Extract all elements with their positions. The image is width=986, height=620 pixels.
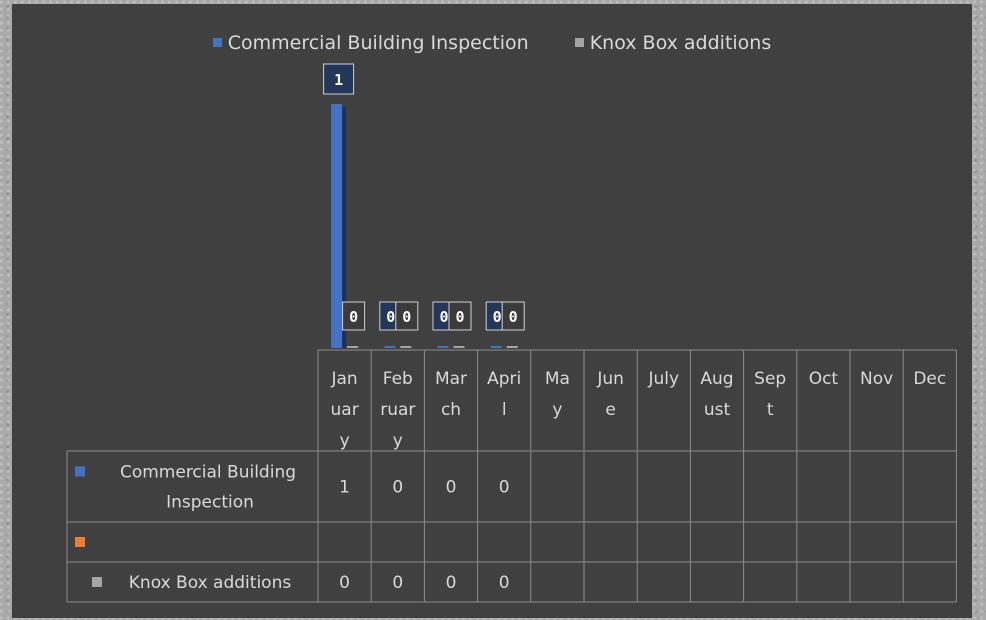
data-label: 0: [439, 308, 448, 326]
bar: [453, 346, 465, 348]
bar: [506, 346, 518, 348]
row-label: Commercial Building: [120, 463, 296, 483]
category-label: Apri: [487, 369, 521, 389]
table-cell-value: 0: [446, 573, 457, 593]
table-cell-value: 0: [392, 478, 403, 498]
data-label: 0: [386, 308, 395, 326]
category-label: l: [502, 400, 507, 420]
category-label: ust: [704, 400, 731, 420]
category-label: uar: [331, 400, 359, 420]
data-label: 0: [509, 308, 518, 326]
category-label: July: [648, 369, 680, 389]
bar: [490, 346, 502, 348]
category-label: Jan: [330, 369, 357, 389]
category-label: Sep: [754, 369, 786, 389]
series-swatch-icon: [75, 466, 85, 477]
category-label: Nov: [860, 369, 893, 389]
category-label: y: [393, 431, 403, 451]
category-label: y: [340, 431, 350, 451]
table-cell-value: 0: [499, 478, 510, 498]
data-label: 0: [455, 308, 464, 326]
table-cell-value: 0: [392, 573, 403, 593]
category-label: Mar: [435, 369, 467, 389]
table-cell-value: 0: [339, 573, 350, 593]
category-label: y: [552, 400, 562, 420]
chart-panel: Commercial Building Inspection Knox Box …: [12, 4, 972, 618]
category-label: Jun: [596, 369, 624, 389]
row-label: Inspection: [166, 493, 254, 513]
series-swatch-icon: [75, 537, 85, 547]
category-label: t: [767, 400, 774, 420]
category-label: Dec: [913, 369, 946, 389]
category-label: Oct: [809, 369, 839, 389]
row-label: Knox Box additions: [129, 573, 292, 593]
chart-plot: 10 0 00 0 0 0JanuaryFebruaryMarchAprilMayJune…: [66, 63, 957, 603]
category-label: ch: [441, 400, 461, 420]
data-label: 1: [334, 71, 343, 89]
table-cell-value: 0: [499, 573, 510, 593]
data-label: 0: [493, 308, 502, 326]
data-label: 0: [349, 308, 358, 326]
bar: [400, 346, 412, 348]
bar: [331, 104, 343, 348]
category-label: e: [605, 400, 615, 420]
category-label: Ma: [545, 369, 570, 389]
data-label: 0: [402, 308, 411, 326]
category-label: Feb: [383, 369, 413, 389]
table-cell-value: 1: [339, 478, 350, 498]
series-swatch-icon: [92, 577, 102, 587]
bar: [347, 346, 359, 348]
bar: [384, 346, 396, 348]
category-label: Aug: [700, 369, 733, 389]
bar: [437, 346, 449, 348]
table-cell-value: 0: [446, 478, 457, 498]
category-label: ruar: [380, 400, 415, 420]
